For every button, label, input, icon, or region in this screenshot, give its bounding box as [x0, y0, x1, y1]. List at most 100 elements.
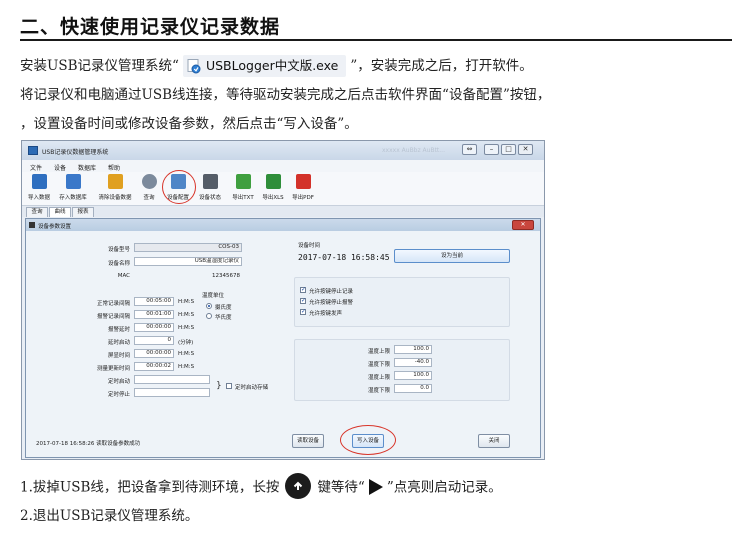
- import-icon: [31, 174, 47, 189]
- para-line-2: 将记录仪和电脑通过USB线连接，等待驱动安装完成之后点击软件界面“设备配置”按钮…: [20, 84, 550, 106]
- allow-key-alarm-checkbox[interactable]: [300, 297, 306, 304]
- fahrenheit-radio[interactable]: [206, 313, 212, 319]
- allow-key-sound-checkbox[interactable]: [300, 308, 306, 315]
- set-current-time-button[interactable]: 设为当前: [394, 249, 510, 263]
- toolbar-export-pdf-button[interactable]: 导出PDF: [290, 174, 316, 204]
- menu-database[interactable]: 数据库: [78, 163, 96, 172]
- celsius-radio[interactable]: [206, 303, 212, 309]
- toolbar-device-status-label: 设备状态: [198, 195, 221, 201]
- timed-bracket: }: [216, 381, 222, 391]
- line3-text: ，设置设备时间或修改设备参数，然后点击“写入设备”。: [20, 116, 358, 132]
- timed-start-label: 定时启动: [107, 379, 130, 385]
- toolbar-query-label: 查询: [143, 195, 155, 201]
- dialog-titlebar: 设备参数设置 ✕: [26, 219, 540, 231]
- menu-file[interactable]: 文件: [30, 163, 42, 172]
- temp-unit-label: 温度单位: [202, 293, 225, 299]
- toolbar-device-status-button[interactable]: 设备状态: [196, 174, 224, 204]
- device-name-label: 设备名称: [107, 261, 130, 267]
- device-name-field[interactable]: USB温湿度记录仪: [134, 257, 242, 266]
- mac-label: MAC: [117, 273, 130, 279]
- export-xls-icon: [265, 174, 281, 189]
- step1-middle: 键等待“: [317, 479, 365, 496]
- device-model-field: COS-03: [134, 243, 242, 252]
- toolbar-import-button[interactable]: 导入数据: [26, 174, 52, 204]
- close-dialog-button[interactable]: 关闭: [478, 434, 510, 448]
- allow-key-stop-label: 允许按键停止记录: [309, 289, 354, 295]
- temp-low-field[interactable]: -40.0: [394, 358, 432, 367]
- installer-file-chip: USBLogger中文版.exe: [182, 55, 347, 77]
- para-line-3: ，设置设备时间或修改设备参数，然后点击“写入设备”。: [20, 113, 358, 135]
- magnifier-icon: [141, 174, 157, 189]
- power-key-icon: [285, 473, 312, 499]
- line1-prefix: 安装USB记录仪管理系统“: [20, 58, 179, 74]
- highlight-ring-write-device: [340, 425, 396, 455]
- device-settings-dialog: 设备参数设置 ✕ 设备型号 COS-03 设备名称 USB温湿度记录仪 MAC …: [25, 218, 541, 458]
- toolbar-clear-button[interactable]: 清除设备数据: [94, 174, 136, 204]
- window-close-button[interactable]: ✕: [518, 144, 533, 155]
- status-text: 2017-07-18 16:58:26 读取设备参数成功: [36, 441, 141, 447]
- toolbar-export-txt-button[interactable]: 导出TXT: [230, 174, 256, 204]
- hum-low-label: 湿度下限: [367, 388, 390, 394]
- export-pdf-icon: [295, 174, 311, 189]
- temp-low-label: 温度下限: [367, 362, 390, 368]
- alarm-interval-label: 报警记录间隔: [96, 314, 130, 320]
- play-indicator-icon: [368, 479, 383, 495]
- hum-high-field[interactable]: 100.0: [394, 371, 432, 380]
- line2-text: 将记录仪和电脑通过USB线连接，等待驱动安装完成之后点击软件界面“设备配置”按钮: [20, 87, 537, 103]
- toolbar-save-db-button[interactable]: 存入数据库: [56, 174, 90, 204]
- para-line-1: 安装USB记录仪管理系统“ USBLogger中文版.exe ”，安装完成之后，打开…: [20, 55, 533, 77]
- toolbar-save-db-label: 存入数据库: [59, 195, 87, 201]
- screen-time-label: 屏显时间: [107, 353, 130, 359]
- timed-stop-picker[interactable]: [134, 388, 210, 397]
- toolbar-clear-label: 清除设备数据: [98, 195, 132, 201]
- toolbar-import-label: 导入数据: [27, 195, 50, 201]
- delay-start-stepper[interactable]: 0: [134, 336, 174, 345]
- measure-update-field[interactable]: 00:00:02: [134, 362, 174, 371]
- step-1: 1.拔掉USB线，把设备拿到待测环境，长按 键等待“ ”点亮则启动记录。: [20, 473, 502, 499]
- measure-update-label: 测量更新时间: [96, 366, 130, 372]
- allow-key-stop-checkbox[interactable]: [300, 286, 306, 293]
- step1-suffix: ”点亮则启动记录。: [386, 479, 502, 496]
- measure-update-unit: H:M:S: [178, 364, 195, 370]
- alarm-interval-field[interactable]: 00:01:00: [134, 310, 174, 319]
- dialog-icon: [29, 222, 35, 228]
- device-time-label: 设备时间: [298, 243, 321, 249]
- tab-report[interactable]: 报表: [72, 207, 94, 217]
- normal-interval-unit: H:M:S: [178, 299, 195, 305]
- menu-device[interactable]: 设备: [54, 163, 66, 172]
- toolbar-query-button[interactable]: 查询: [140, 174, 158, 204]
- hum-low-field[interactable]: 0.0: [394, 384, 432, 393]
- maximize-button[interactable]: □: [501, 144, 516, 155]
- window-title: USB记录仪数据管理系统: [42, 149, 109, 156]
- timed-storage-checkbox[interactable]: [226, 383, 232, 389]
- normal-interval-field[interactable]: 00:05:00: [134, 297, 174, 306]
- delay-start-unit: (分钟): [178, 340, 194, 346]
- minimize-button[interactable]: –: [484, 144, 499, 155]
- step2-text: 2.退出USB记录仪管理系统。: [20, 508, 199, 524]
- section-heading: 二、快速使用记录仪记录数据: [20, 16, 281, 38]
- toolbar-export-xls-button[interactable]: 导出XLS: [260, 174, 286, 204]
- alarm-delay-unit: H:M:S: [178, 325, 195, 331]
- window-titlebar: USB记录仪数据管理系统 xxxxx AuBbz AuBtt... ⇔ – □ …: [22, 141, 544, 160]
- temp-high-field[interactable]: 100.0: [394, 345, 432, 354]
- tab-query[interactable]: 查询: [26, 207, 48, 217]
- dialog-title: 设备参数设置: [38, 224, 72, 230]
- highlight-ring-device-config: [162, 170, 196, 204]
- device-time-value: 2017-07-18 16:58:45: [298, 253, 390, 262]
- menu-help[interactable]: 帮助: [108, 163, 120, 172]
- timed-stop-label: 定时停止: [107, 392, 130, 398]
- tab-curve[interactable]: 曲线: [49, 207, 71, 217]
- step1-prefix: 1.拔掉USB线，把设备拿到待测环境，长按: [20, 479, 280, 496]
- restore-size-button[interactable]: ⇔: [462, 144, 477, 155]
- dialog-close-x-button[interactable]: ✕: [512, 220, 534, 230]
- alarm-delay-field[interactable]: 00:00:00: [134, 323, 174, 332]
- screen-time-field[interactable]: 00:00:00: [134, 349, 174, 358]
- read-device-button[interactable]: 读取设备: [292, 434, 324, 448]
- allow-key-sound-label: 允许按键发声: [309, 311, 343, 317]
- menu-bar: 文件 设备 数据库 帮助: [22, 160, 544, 172]
- mac-value: 12345678: [212, 273, 240, 279]
- celsius-label: 摄氏度: [215, 305, 232, 311]
- timed-start-picker[interactable]: [134, 375, 210, 384]
- toolbar-export-txt-label: 导出TXT: [232, 195, 254, 201]
- normal-interval-label: 正常记录间隔: [96, 301, 130, 307]
